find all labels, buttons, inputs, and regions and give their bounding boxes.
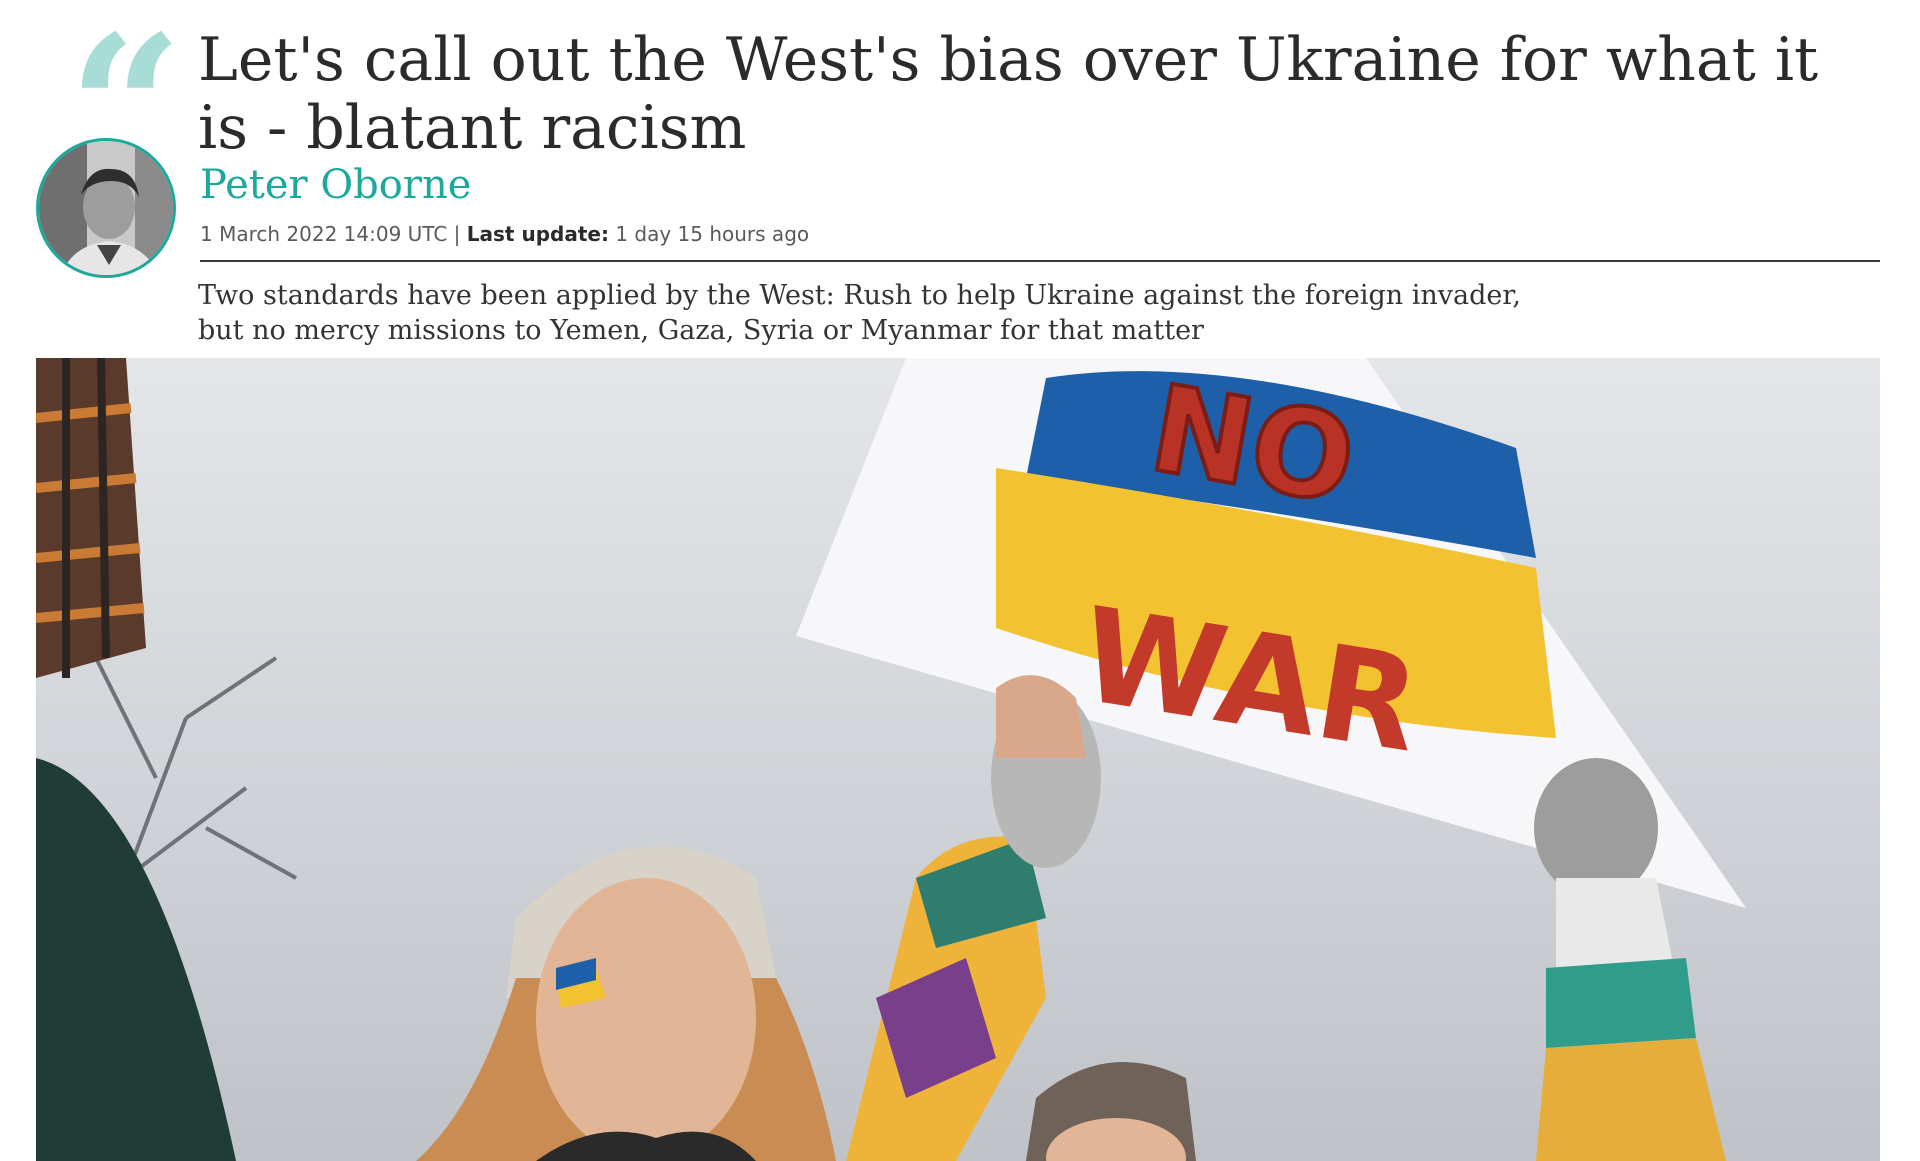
- article-standfirst: Two standards have been applied by the W…: [198, 280, 1521, 346]
- author-photo: [39, 141, 173, 275]
- plaid-awning: [36, 358, 146, 678]
- article-meta: 1 March 2022 14:09 UTC | Last update: 1 …: [200, 222, 809, 246]
- author-link[interactable]: Peter Oborne: [200, 162, 471, 208]
- hero-image: NO WAR: [36, 358, 1880, 1161]
- last-update-value: 1 day 15 hours ago: [615, 222, 810, 246]
- header-divider: [200, 260, 1880, 262]
- article-headline: Let's call out the West's bias over Ukra…: [198, 25, 1819, 163]
- author-avatar[interactable]: [36, 138, 176, 278]
- last-update-label: Last update:: [466, 222, 609, 246]
- protest-photo: NO WAR: [36, 358, 1880, 1161]
- published-date: 1 March 2022 14:09 UTC: [200, 222, 448, 246]
- meta-separator: |: [453, 222, 461, 246]
